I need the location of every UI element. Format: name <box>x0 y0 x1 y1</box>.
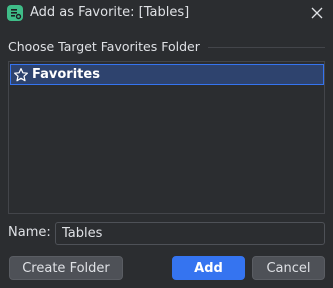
star-icon <box>13 67 29 83</box>
close-icon[interactable] <box>309 5 325 21</box>
database-tool-icon <box>7 5 23 21</box>
name-input[interactable] <box>55 222 325 245</box>
group-label: Choose Target Favorites Folder <box>8 38 200 54</box>
favorites-folder-tree[interactable]: Favorites <box>8 61 325 214</box>
name-label: Name: <box>8 225 51 240</box>
folder-group-header: Choose Target Favorites Folder <box>8 38 325 54</box>
window-title: Add as Favorite: [Tables] <box>30 5 190 20</box>
group-separator <box>207 46 325 48</box>
add-button[interactable]: Add <box>172 256 245 280</box>
tree-item-favorites[interactable]: Favorites <box>10 64 324 85</box>
create-folder-button[interactable]: Create Folder <box>9 256 123 280</box>
add-favorite-dialog: Add as Favorite: [Tables] Choose Target … <box>0 0 333 288</box>
cancel-button[interactable]: Cancel <box>252 256 325 280</box>
title-bar: Add as Favorite: [Tables] <box>0 0 333 28</box>
tree-item-label: Favorites <box>32 67 100 82</box>
